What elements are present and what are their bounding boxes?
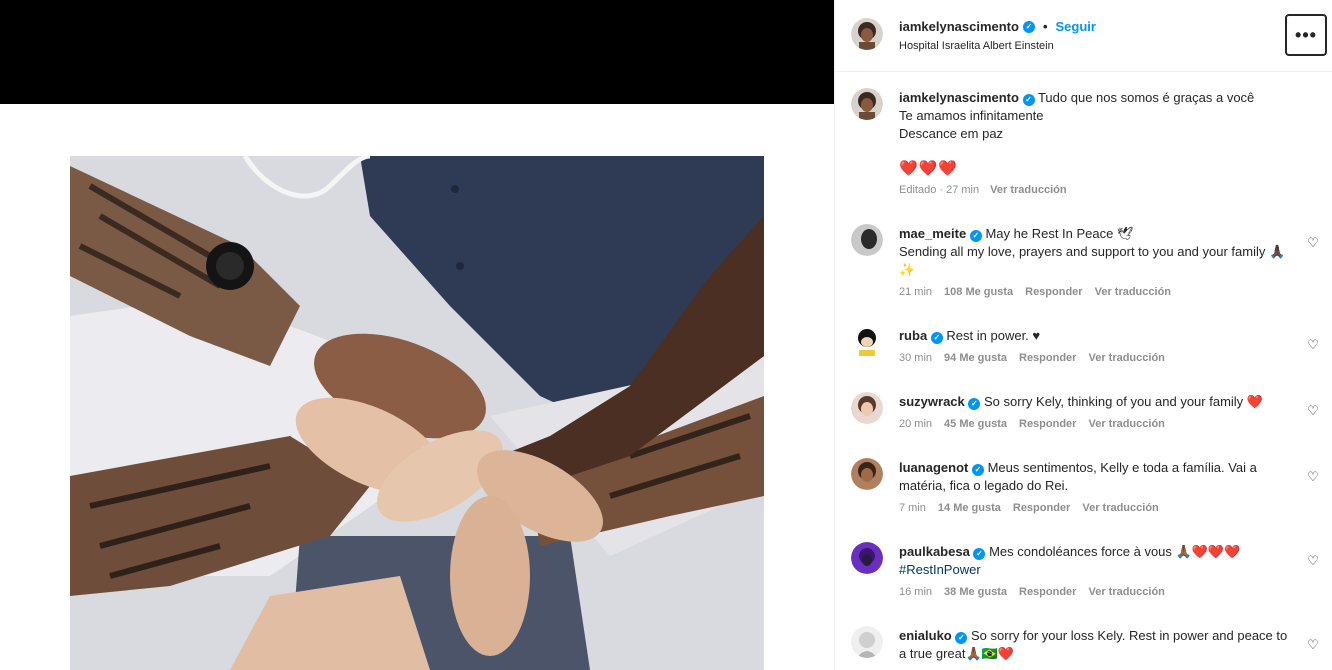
- translate-button[interactable]: Ver traducción: [1088, 352, 1164, 364]
- verified-badge-icon: ✓: [955, 632, 968, 644]
- comment-meta: 7 min 14 Me gusta Responder Ver traducci…: [899, 502, 1159, 514]
- commenter-avatar[interactable]: [851, 458, 883, 490]
- avatar-image: [851, 392, 883, 424]
- reply-button[interactable]: Responder: [1019, 586, 1076, 598]
- avatar-image: [851, 626, 883, 658]
- comment-likes[interactable]: 45 Me gusta: [944, 418, 1007, 430]
- reply-button[interactable]: Responder: [1019, 352, 1076, 364]
- comment-meta: 16 min 38 Me gusta Responder Ver traducc…: [899, 586, 1165, 598]
- caption-text: iamkelynascimento ✓ Tudo que nos somos é…: [899, 89, 1299, 143]
- reply-button[interactable]: Responder: [1013, 502, 1070, 514]
- caption-line-1: Tudo que nos somos é graças a você: [1037, 90, 1255, 105]
- translate-button[interactable]: Ver traducción: [1088, 418, 1164, 430]
- comment-body: Rest in power. ♥: [946, 328, 1041, 343]
- comment-body: Mes condoléances force à vous 🙏🏾❤️❤️❤️: [989, 544, 1241, 559]
- hands-photo-image: [70, 156, 764, 670]
- avatar-image: [851, 88, 883, 120]
- like-heart-icon[interactable]: ♡: [1306, 236, 1320, 250]
- avatar-image: [851, 326, 883, 358]
- hashtag-link[interactable]: #RestInPower: [899, 562, 981, 577]
- verified-badge-icon: ✓: [1022, 20, 1035, 33]
- author-avatar[interactable]: [851, 18, 883, 50]
- comment-time: 7 min: [899, 502, 926, 514]
- commenter-avatar[interactable]: [851, 626, 883, 658]
- post-header: iamkelynascimento ✓ • Seguir Hospital Is…: [835, 0, 1332, 72]
- commenter-avatar[interactable]: [851, 224, 883, 256]
- caption-line-2: Te amamos infinitamente: [899, 108, 1044, 123]
- like-heart-icon[interactable]: ♡: [1306, 404, 1320, 418]
- verified-badge-icon: ✓: [1022, 94, 1035, 106]
- caption-username[interactable]: iamkelynascimento: [899, 90, 1019, 105]
- caption-meta: Editado · 27 min Ver traducción: [899, 184, 1067, 196]
- comment-username[interactable]: ruba: [899, 328, 927, 343]
- comment-likes[interactable]: 94 Me gusta: [944, 352, 1007, 364]
- reply-button[interactable]: Responder: [1019, 418, 1076, 430]
- more-options-button[interactable]: •••: [1285, 14, 1327, 56]
- comment-meta: 21 min 108 Me gusta Responder Ver traduc…: [899, 286, 1171, 298]
- comment-username[interactable]: luanagenot: [899, 460, 968, 475]
- verified-badge-icon: ✓: [969, 230, 982, 242]
- comment-username[interactable]: paulkabesa: [899, 544, 970, 559]
- author-username[interactable]: iamkelynascimento: [899, 19, 1019, 34]
- post-photo[interactable]: [70, 156, 764, 670]
- avatar-image: [851, 458, 883, 490]
- comment-username[interactable]: suzywrack: [899, 394, 965, 409]
- verified-badge-icon: ✓: [973, 548, 986, 560]
- avatar-image: [851, 18, 883, 50]
- separator-dot: •: [1042, 19, 1048, 34]
- post-media: [0, 0, 834, 670]
- comment-likes[interactable]: 108 Me gusta: [944, 286, 1013, 298]
- caption-avatar[interactable]: [851, 88, 883, 120]
- comment-likes[interactable]: 14 Me gusta: [938, 502, 1001, 514]
- comment-body: May he Rest In Peace 🕊: [985, 226, 1134, 241]
- translate-button[interactable]: Ver traducción: [1088, 586, 1164, 598]
- media-top-bar: [0, 0, 834, 104]
- post-sidebar: iamkelynascimento ✓ • Seguir Hospital Is…: [834, 0, 1332, 670]
- caption-translate-link[interactable]: Ver traducción: [990, 184, 1066, 196]
- translate-button[interactable]: Ver traducción: [1082, 502, 1158, 514]
- comment-meta: 20 min 45 Me gusta Responder Ver traducc…: [899, 418, 1165, 430]
- commenter-avatar[interactable]: [851, 326, 883, 358]
- like-heart-icon[interactable]: ♡: [1306, 638, 1320, 652]
- translate-button[interactable]: Ver traducción: [1095, 286, 1171, 298]
- reply-button[interactable]: Responder: [1025, 286, 1082, 298]
- caption-emojis: ❤️❤️❤️: [899, 160, 959, 177]
- comment-text: ruba ✓ Rest in power. ♥: [899, 327, 1289, 345]
- avatar-image: [851, 542, 883, 574]
- caption-line-3: Descance em paz: [899, 126, 1004, 141]
- commenter-avatar[interactable]: [851, 392, 883, 424]
- comment-username[interactable]: enialuko: [899, 628, 952, 643]
- like-heart-icon[interactable]: ♡: [1306, 554, 1320, 568]
- comment-time: 20 min: [899, 418, 933, 430]
- verified-badge-icon: ✓: [968, 398, 981, 410]
- comment-username[interactable]: mae_meite: [899, 226, 966, 241]
- verified-badge-icon: ✓: [971, 464, 984, 476]
- comment-text: enialuko ✓ So sorry for your loss Kely. …: [899, 627, 1289, 663]
- comment-text: luanagenot ✓ Meus sentimentos, Kelly e t…: [899, 459, 1289, 495]
- comment-time: 21 min: [899, 286, 933, 298]
- comment-likes[interactable]: 38 Me gusta: [944, 586, 1007, 598]
- caption-edited-time: Editado · 27 min: [899, 184, 980, 196]
- comment-meta: 30 min 94 Me gusta Responder Ver traducc…: [899, 352, 1165, 364]
- comment-text: mae_meite ✓ May he Rest In Peace 🕊 Sendi…: [899, 225, 1289, 279]
- comment-time: 30 min: [899, 352, 933, 364]
- location-link[interactable]: Hospital Israelita Albert Einstein: [899, 40, 1054, 52]
- comment-time: 16 min: [899, 586, 933, 598]
- author-line: iamkelynascimento ✓ • Seguir: [899, 19, 1096, 34]
- verified-badge-icon: ✓: [930, 332, 943, 344]
- comment-text: suzywrack ✓ So sorry Kely, thinking of y…: [899, 393, 1289, 411]
- comment-body: So sorry Kely, thinking of you and your …: [984, 394, 1263, 409]
- comment-text: paulkabesa ✓ Mes condoléances force à vo…: [899, 543, 1289, 579]
- like-heart-icon[interactable]: ♡: [1306, 338, 1320, 352]
- follow-button[interactable]: Seguir: [1056, 19, 1096, 34]
- commenter-avatar[interactable]: [851, 542, 883, 574]
- comment-body-2: Sending all my love, prayers and support…: [899, 244, 1286, 277]
- like-heart-icon[interactable]: ♡: [1306, 470, 1320, 484]
- avatar-image: [851, 224, 883, 256]
